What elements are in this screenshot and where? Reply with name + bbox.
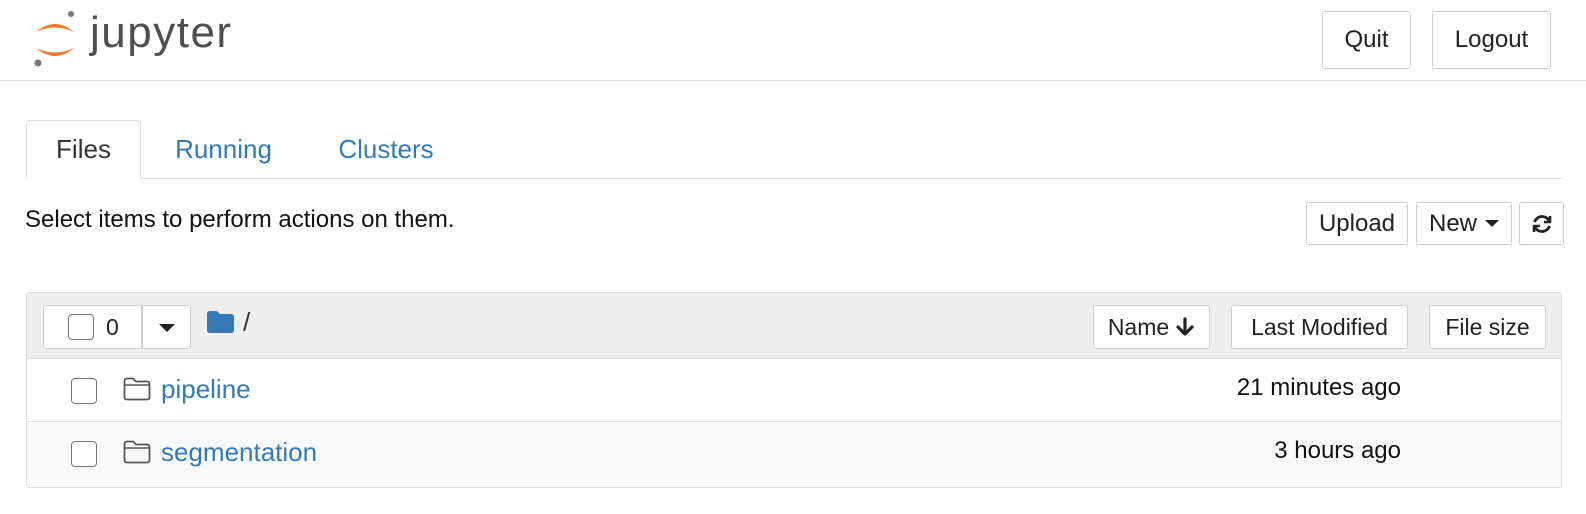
sort-file-size-button[interactable]: File size [1429,305,1546,349]
jupyter-logo-icon[interactable] [32,10,78,68]
file-list: 0 / Name Last Modified File size pipelin… [26,292,1562,488]
caret-down-icon [1485,220,1499,227]
item-name-link[interactable]: pipeline [161,374,251,405]
sort-name-label: Name [1107,313,1170,340]
selected-count: 0 [106,314,119,340]
select-all-group: 0 [43,305,191,349]
instructions-text: Select items to perform actions on them. [25,206,455,233]
tab-bar: Files Running Clusters [26,120,1562,180]
file-list-header: 0 / Name Last Modified File size [27,293,1561,359]
select-menu-caret-icon[interactable] [159,324,175,332]
logout-button[interactable]: Logout [1432,11,1551,69]
logo-text[interactable]: jupyter [90,8,233,58]
select-all-checkbox[interactable] [68,314,94,340]
item-name-link[interactable]: segmentation [161,437,317,468]
tab-running[interactable]: Running [166,120,281,179]
list-item[interactable]: pipeline 21 minutes ago [27,359,1561,422]
item-checkbox[interactable] [71,441,97,467]
sort-name-button[interactable]: Name [1093,305,1210,349]
item-checkbox[interactable] [71,378,97,404]
list-item[interactable]: segmentation 3 hours ago [27,422,1561,486]
select-divider [141,306,143,348]
tab-clusters[interactable]: Clusters [326,120,446,179]
item-modified: 21 minutes ago [1236,374,1401,401]
sort-last-modified-button[interactable]: Last Modified [1231,305,1408,349]
upload-button[interactable]: Upload [1306,202,1408,245]
header: jupyter Quit Logout [0,0,1586,81]
refresh-icon [1532,214,1551,233]
quit-button[interactable]: Quit [1322,11,1411,69]
item-modified: 3 hours ago [1274,437,1401,464]
folder-icon [123,377,151,401]
new-dropdown-button[interactable]: New [1416,202,1512,245]
new-label: New [1428,209,1477,237]
folder-icon[interactable] [207,311,234,333]
refresh-button[interactable] [1519,202,1564,245]
tab-files[interactable]: Files [26,120,141,180]
breadcrumb-root[interactable]: / [243,307,250,338]
arrow-down-icon [1176,317,1194,336]
folder-icon [123,440,151,464]
